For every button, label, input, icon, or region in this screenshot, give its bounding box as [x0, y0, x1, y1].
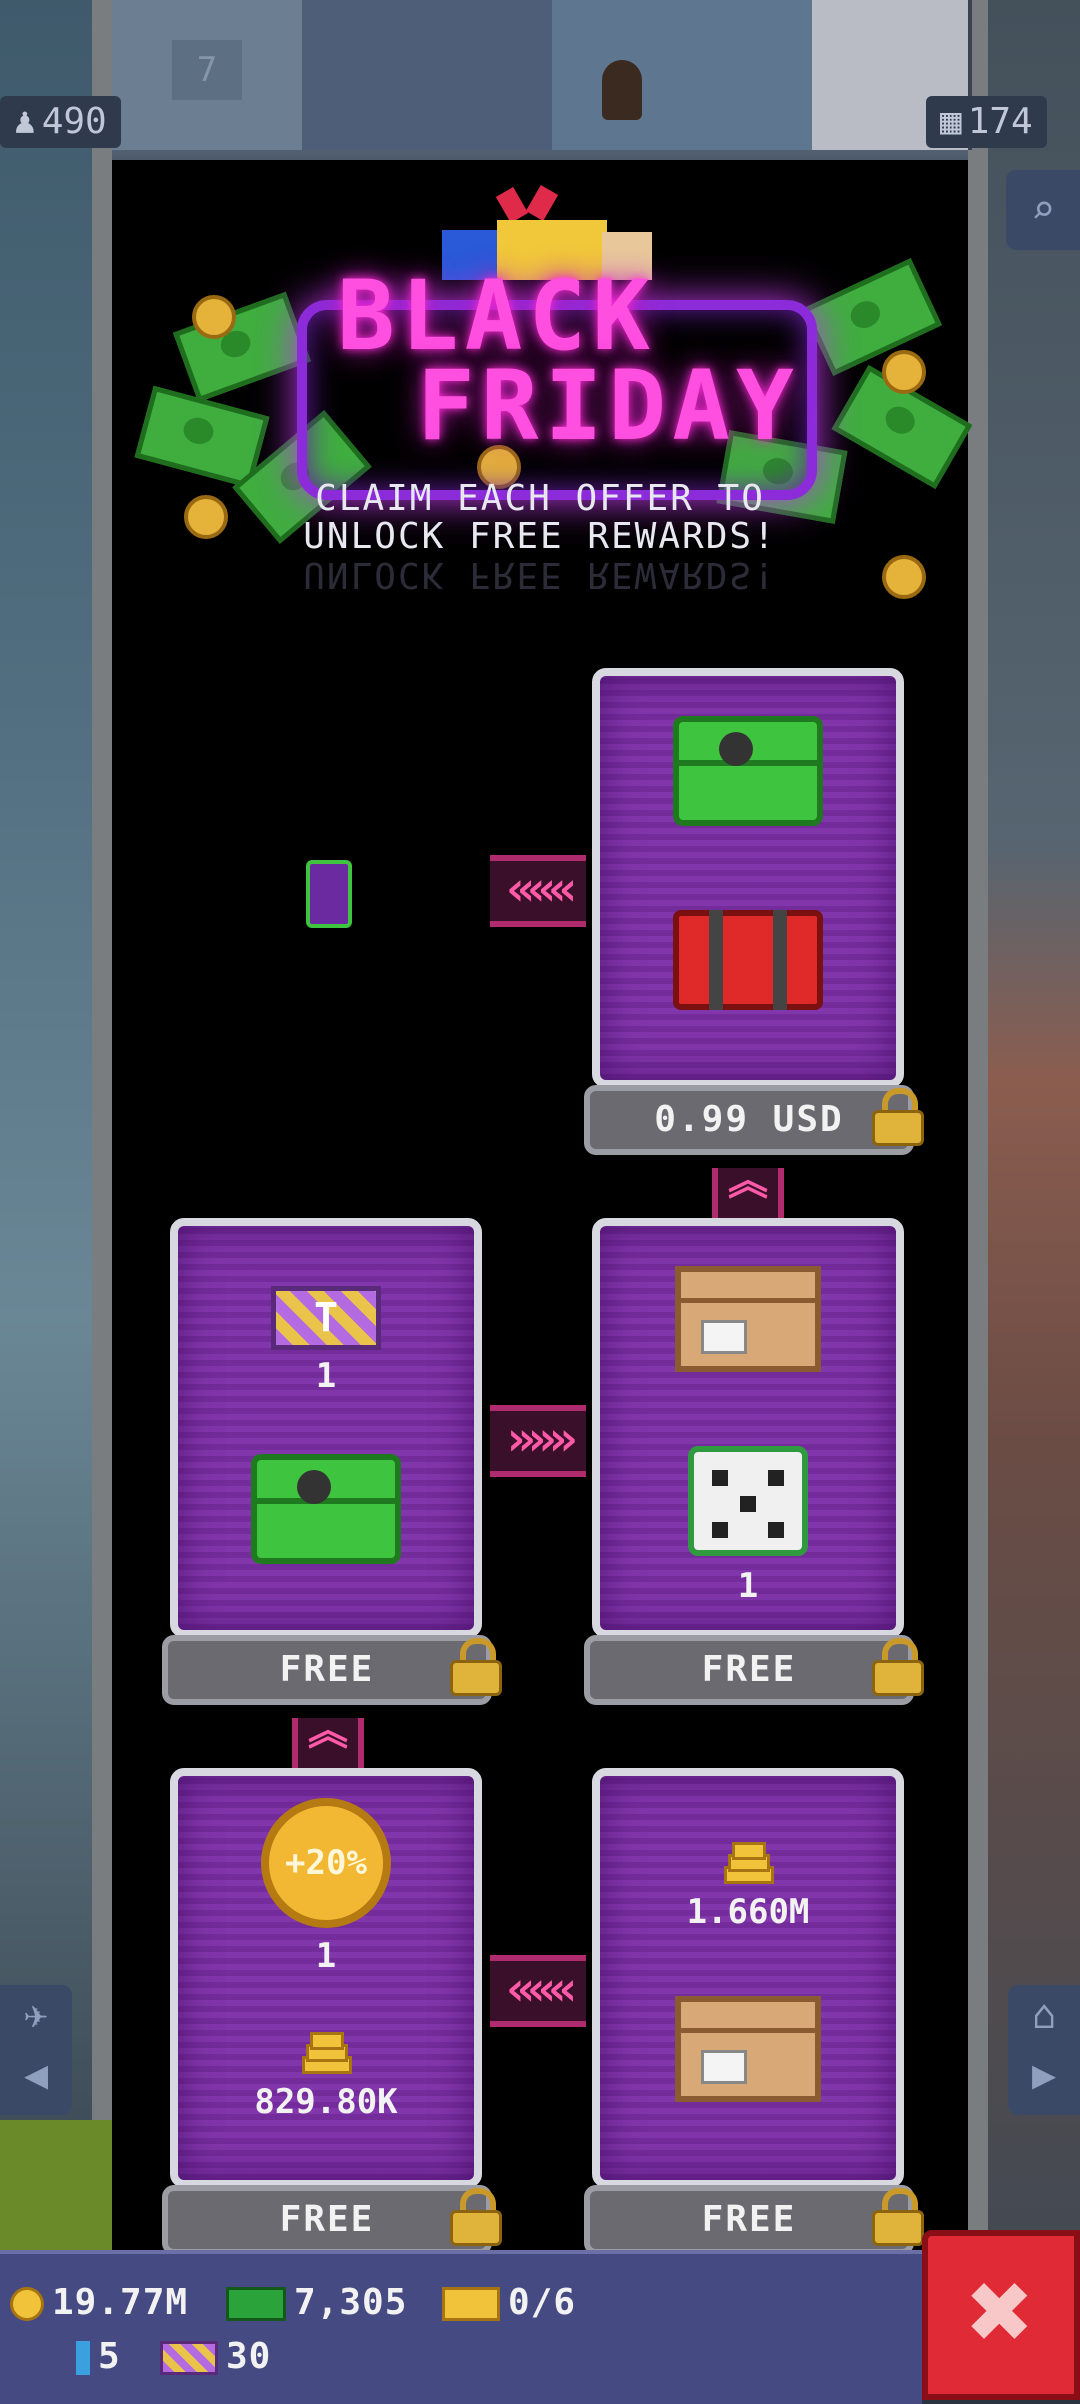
arrow-right-connector: »»» — [490, 1405, 586, 1477]
offer-card-free[interactable]: 1.660M — [592, 1768, 904, 2188]
arrow-up-connector: ︽ — [292, 1711, 364, 1774]
key-icon — [76, 2341, 90, 2375]
lock-icon — [872, 1638, 924, 1696]
tower-edge-left — [92, 0, 112, 2400]
bonus-quantity: 1 — [315, 1936, 337, 1976]
person-down-icon: ✈ ◀ — [23, 1992, 49, 2098]
crate-icon — [675, 1996, 821, 2102]
bux-resource: 7,305 — [226, 2282, 407, 2323]
keys-resource: 5 — [76, 2336, 121, 2377]
tower-top-floor: 7 — [112, 0, 972, 160]
lock-icon — [450, 1638, 502, 1696]
tower-edge-right — [968, 0, 988, 2400]
elevator-down-button[interactable]: ✈ ◀ — [0, 1985, 72, 2115]
lock-icon — [872, 1088, 924, 1146]
claim-free-button[interactable]: FREE — [162, 1635, 492, 1705]
magnifier-icon: ⌕ — [1030, 187, 1056, 233]
elevator-floor-number: 7 — [172, 40, 242, 100]
elevator-up-button[interactable]: ⌂ ▶ — [1008, 1985, 1080, 2115]
claim-free-button[interactable]: FREE — [584, 1635, 914, 1705]
crate-icon — [675, 1266, 821, 1372]
coin-quantity: 829.80K — [254, 2082, 398, 2122]
offer-card-paid[interactable] — [592, 668, 904, 1088]
banner-subtitle-line1: CLAIM EACH OFFER TO — [315, 478, 765, 519]
building-icon: ▦ — [940, 101, 962, 142]
elevator-shaft: 7 — [112, 0, 306, 150]
banner-subtitle-line2: UNLOCK FREE REWARDS! — [303, 516, 777, 557]
coin-stack-icon — [296, 2026, 356, 2076]
dice-icon — [688, 1446, 808, 1556]
black-friday-banner: BLACK FRIDAY CLAIM EACH OFFER TO UNLOCK … — [112, 170, 973, 630]
search-button[interactable]: ⌕ — [1006, 170, 1080, 250]
floor-counter[interactable]: ▦ 174 — [926, 96, 1047, 148]
offer-card-free[interactable]: 1 — [592, 1218, 904, 1638]
coin-icon — [192, 295, 236, 339]
arrow-up-connector: ︽ — [712, 1161, 784, 1224]
bitizen-portrait-button[interactable] — [0, 2120, 112, 2250]
claim-free-button[interactable]: FREE — [584, 2185, 914, 2255]
bonus-coin-icon: +20% — [261, 1798, 391, 1928]
ticket-quantity: 1 — [315, 1356, 337, 1396]
home-up-icon: ⌂ ▶ — [1031, 1992, 1057, 2098]
coins-resource: 19.77M — [10, 2282, 188, 2323]
ticket-icon — [442, 2287, 500, 2321]
coin-icon — [882, 350, 926, 394]
tickets-resource: 0/6 — [442, 2282, 576, 2323]
arrow-left-connector: ««« — [490, 855, 586, 927]
golden-ticket-icon: T — [271, 1286, 381, 1350]
room-bedroom — [302, 0, 556, 150]
tower-resident[interactable] — [602, 60, 642, 120]
resource-bar: 19.77M 7,305 0/6 5 30 — [0, 2250, 922, 2404]
person-icon: ♟ — [14, 101, 36, 142]
close-icon: ✖ — [967, 2247, 1035, 2375]
golden-ticket-icon — [160, 2341, 218, 2375]
green-chest-icon — [673, 716, 823, 826]
lock-icon — [872, 2188, 924, 2246]
claim-free-button[interactable]: FREE — [162, 2185, 492, 2255]
offer-card-free[interactable]: T 1 — [170, 1218, 482, 1638]
banner-subtitle-reflection: UNLOCK FREE REWARDS! — [303, 554, 777, 595]
coin-icon — [10, 2287, 44, 2321]
golden-tickets-resource: 30 — [160, 2336, 271, 2377]
coin-stack-icon — [718, 1836, 778, 1886]
red-chest-icon — [673, 910, 823, 1010]
coin-quantity: 1.660M — [686, 1892, 810, 1932]
arrow-left-connector: ««« — [490, 1955, 586, 2027]
dice-quantity: 1 — [737, 1566, 759, 1606]
bux-icon — [226, 2287, 286, 2321]
banner-title-friday: FRIDAY — [417, 350, 800, 462]
close-button[interactable]: ✖ — [922, 2230, 1080, 2400]
green-chest-icon — [251, 1454, 401, 1564]
lock-icon — [450, 2188, 502, 2246]
offer-card-free[interactable]: +20% 1 829.80K — [170, 1768, 482, 2188]
population-counter[interactable]: ♟ 490 — [0, 96, 121, 148]
phone-icon — [306, 860, 352, 928]
room-kitchen[interactable] — [552, 0, 816, 150]
buy-offer-button[interactable]: 0.99 USD — [584, 1085, 914, 1155]
